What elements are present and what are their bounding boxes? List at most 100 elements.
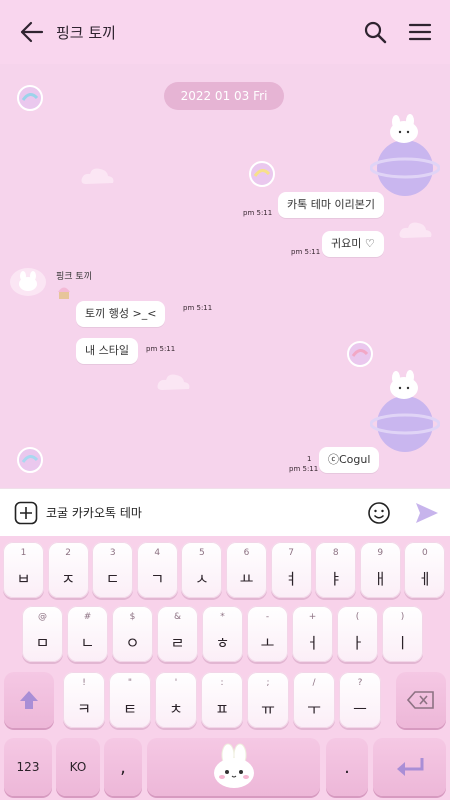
period-key[interactable]: . xyxy=(326,738,368,796)
key-symbol-label: 9 xyxy=(377,548,384,558)
key-symbol-label: ) xyxy=(400,612,405,622)
numbers-key[interactable]: 123 xyxy=(4,738,52,796)
key-letter-label: ㅊ xyxy=(169,700,183,718)
key-letter-label: ㅁ xyxy=(35,634,50,652)
message-bubble[interactable]: 내 스타일 xyxy=(76,338,138,364)
message-bubble[interactable]: 카톡 테마 이리본기 xyxy=(278,192,384,218)
plus-box-icon[interactable] xyxy=(14,501,38,525)
send-arrow-icon[interactable] xyxy=(414,501,440,525)
shift-key[interactable] xyxy=(4,672,54,728)
key-letter-label: ㅅ xyxy=(194,570,209,588)
key-symbol-label: / xyxy=(312,678,316,688)
key-letter-label: ㅏ xyxy=(350,634,365,652)
bunny-planet-icon xyxy=(370,370,440,452)
key-letter-label: ㅑ xyxy=(328,570,343,588)
keyboard: 1ㅂ2ㅈ3ㄷ4ㄱ5ㅅ6ㅛ7ㅕ8ㅑ9ㅐ0ㅔ @ ㅁ # ㄴ $ ㅇ & ㄹ * ㅎ - ㅗ + ㅓ(ㅏ) ㅣ … xyxy=(0,536,450,800)
bunny-face-icon xyxy=(213,743,254,788)
key-row1-8[interactable]: 9ㅐ xyxy=(359,542,401,598)
key-row3-2[interactable]: ' ㅊ xyxy=(155,672,197,728)
key-letter-label: ㅍ xyxy=(215,700,229,718)
key-row2-2[interactable]: $ ㅇ xyxy=(112,606,153,662)
key-row2-0[interactable]: @ ㅁ xyxy=(22,606,63,662)
unread-count: 1 xyxy=(307,455,312,463)
bubble-orb-icon xyxy=(17,447,43,473)
key-row1-2[interactable]: 3ㄷ xyxy=(92,542,134,598)
key-symbol-label: & xyxy=(173,612,182,622)
key-row3-4[interactable]: ; ㅠ xyxy=(247,672,289,728)
key-letter-label: ㅔ xyxy=(417,570,432,588)
space-key[interactable] xyxy=(147,738,320,796)
enter-key[interactable] xyxy=(373,738,446,796)
key-letter-label: ㅛ xyxy=(239,570,254,588)
bubble-orb-icon xyxy=(249,161,275,187)
language-key[interactable]: KO xyxy=(56,738,100,796)
key-symbol-label: : xyxy=(220,678,224,688)
key-row1-5[interactable]: 6ㅛ xyxy=(226,542,267,598)
message-bubble[interactable]: 토끼 행성 >_< xyxy=(76,301,166,327)
key-letter-label: ㅗ xyxy=(260,634,275,652)
message-bubble[interactable]: ⓒCogul xyxy=(319,447,380,473)
key-row2-3[interactable]: & ㄹ xyxy=(157,606,198,662)
cloud-icon xyxy=(81,168,114,184)
key-row3-6[interactable]: ? ㅡ xyxy=(339,672,381,728)
key-symbol-label: ? xyxy=(357,678,363,688)
key-letter-label: ㅋ xyxy=(77,700,91,718)
chat-title: 핑크 토끼 xyxy=(56,24,116,42)
key-symbol-label: 2 xyxy=(65,548,71,558)
key-row1-7[interactable]: 8ㅑ xyxy=(315,542,357,598)
key-row1-6[interactable]: 7ㅕ xyxy=(270,542,312,598)
bunny-planet-icon xyxy=(370,114,440,196)
key-symbol-label: 6 xyxy=(243,548,250,558)
key-row3-0[interactable]: ! ㅋ xyxy=(63,672,105,728)
shift-arrow-icon xyxy=(20,691,38,709)
backspace-icon xyxy=(407,691,434,709)
chat-header: 핑크 토끼 xyxy=(0,0,450,64)
message-time: pm 5:11 xyxy=(183,304,213,312)
key-letter-label: ㅣ xyxy=(395,634,410,652)
key-row3-1[interactable]: " ㅌ xyxy=(109,672,151,728)
message-time: pm 5:11 xyxy=(289,465,319,473)
key-symbol-label: ! xyxy=(82,678,86,688)
key-letter-label: ㅂ xyxy=(16,570,31,588)
key-row2-1[interactable]: # ㄴ xyxy=(67,606,108,662)
key-row1-0[interactable]: 1ㅂ xyxy=(3,542,44,598)
cloud-icon xyxy=(399,222,432,238)
smiley-icon[interactable] xyxy=(367,501,391,525)
key-row1-1[interactable]: 2ㅈ xyxy=(47,542,89,598)
key-row3-5[interactable]: / ㅜ xyxy=(293,672,335,728)
key-row1-4[interactable]: 5ㅅ xyxy=(181,542,223,598)
key-row2-5[interactable]: -ㅗ xyxy=(247,606,288,662)
key-letter-label: ㅐ xyxy=(373,570,388,588)
key-row3-3[interactable]: :ㅍ xyxy=(201,672,243,728)
key-letter-label: ㄹ xyxy=(170,634,185,652)
comma-key[interactable]: , xyxy=(104,738,142,796)
key-letter-label: ㅎ xyxy=(215,634,230,652)
key-symbol-label: 0 xyxy=(422,548,428,558)
key-row2-6[interactable]: + ㅓ xyxy=(292,606,333,662)
key-symbol-label: ; xyxy=(266,678,270,688)
arrow-left-icon[interactable] xyxy=(18,20,46,44)
key-letter-label: ㅕ xyxy=(284,570,298,588)
search-icon[interactable] xyxy=(362,19,388,45)
avatar[interactable] xyxy=(8,264,48,298)
key-row1-3[interactable]: 4ㄱ xyxy=(136,542,178,598)
message-input[interactable]: 코굴 카카오톡 테마 xyxy=(46,501,142,525)
key-symbol-label: " xyxy=(127,678,133,688)
cupcake-icon xyxy=(58,287,70,299)
hamburger-menu-icon[interactable] xyxy=(406,19,434,45)
key-letter-label: ㅡ xyxy=(353,700,367,718)
key-row1-9[interactable]: 0ㅔ xyxy=(404,542,446,598)
message-bubble[interactable]: 귀요미 ♡ xyxy=(322,231,384,257)
key-row2-8[interactable]: ) ㅣ xyxy=(382,606,423,662)
key-letter-label: ㄱ xyxy=(150,570,165,588)
key-row2-4[interactable]: * ㅎ xyxy=(202,606,243,662)
enter-return-icon xyxy=(396,758,423,776)
chat-area[interactable]: 2022 01 03 Fri 카톡 테마 이리본기 pm 5:11 귀요미 ♡ … xyxy=(0,64,450,488)
key-symbol-label: ' xyxy=(174,678,178,688)
backspace-key[interactable] xyxy=(396,672,446,728)
date-divider: 2022 01 03 Fri xyxy=(164,82,284,110)
key-row2-7[interactable]: (ㅏ xyxy=(337,606,378,662)
bubble-orb-icon xyxy=(347,341,373,367)
key-symbol-label: 1 xyxy=(20,548,27,558)
key-symbol-label: ( xyxy=(355,612,360,622)
